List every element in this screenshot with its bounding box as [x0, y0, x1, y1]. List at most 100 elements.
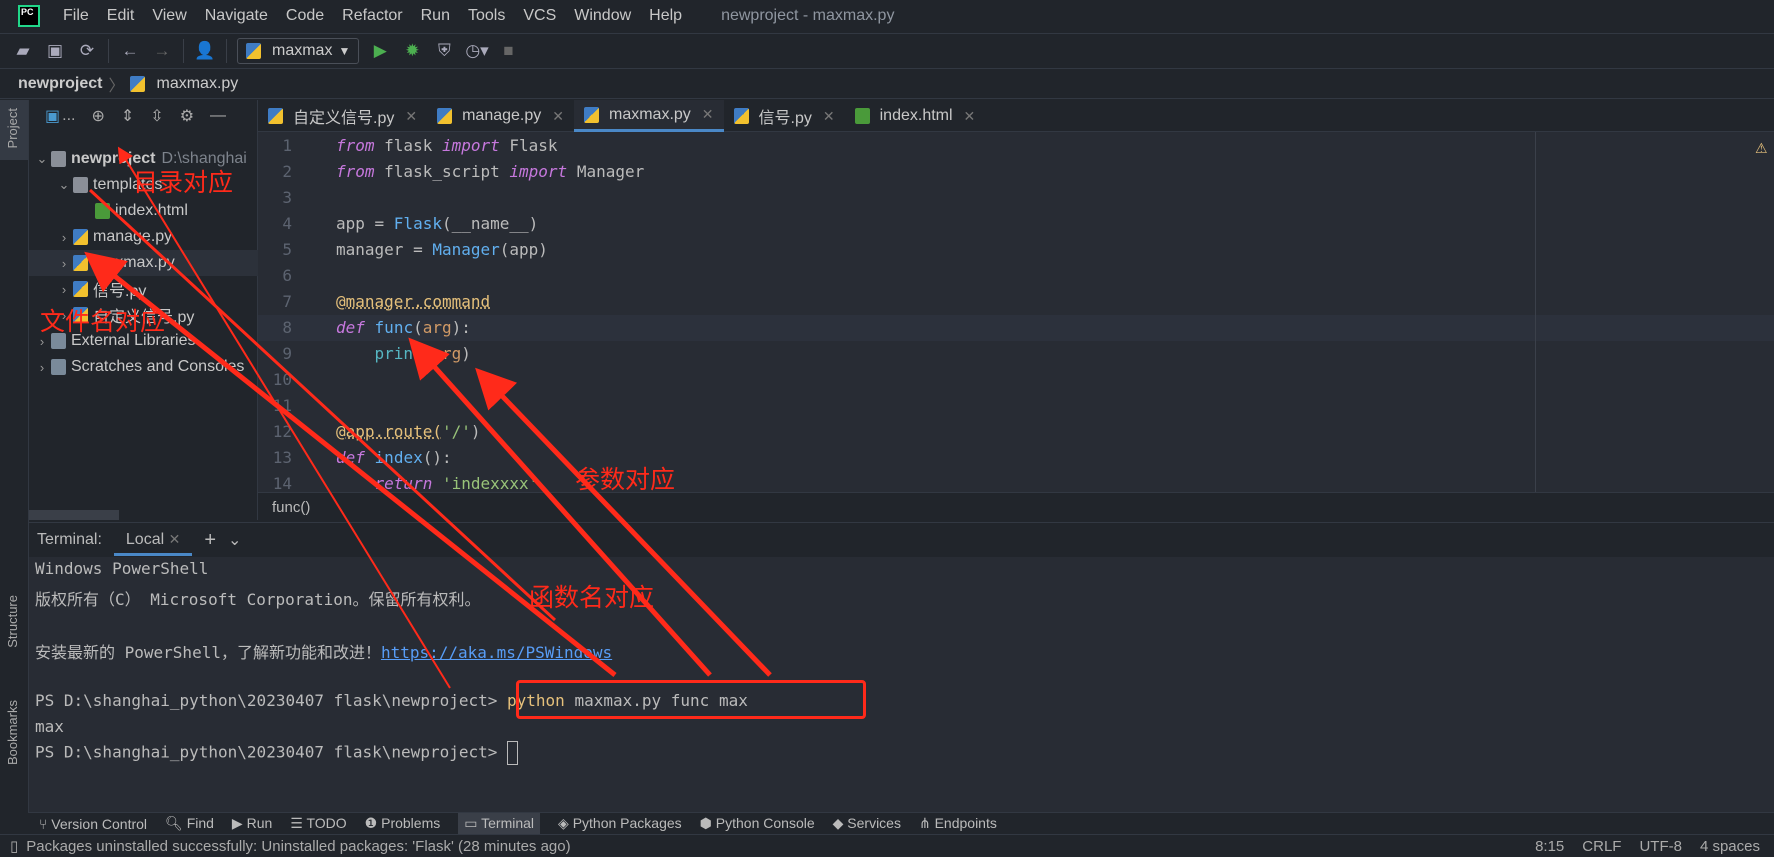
code-token: app = [336, 214, 394, 233]
breadcrumb-project[interactable]: newproject [18, 75, 102, 93]
code-token: from [336, 162, 375, 181]
file-encoding[interactable]: UTF-8 [1639, 838, 1682, 855]
status-message[interactable]: Packages uninstalled successfully: Unins… [26, 838, 570, 855]
tool-window-run[interactable]: ▶ Run [232, 815, 272, 832]
chevron-right-icon[interactable]: › [55, 282, 73, 297]
hide-icon[interactable]: — [210, 107, 226, 125]
tree-item[interactable]: › Scratches and Consoles [29, 354, 258, 380]
back-icon[interactable]: ← [119, 41, 141, 61]
menu-navigate[interactable]: Navigate [196, 7, 277, 25]
chevron-down-icon[interactable]: ⌄ [33, 151, 51, 167]
sync-icon[interactable]: ⟳ [76, 41, 98, 61]
project-tool-label[interactable]: Project [5, 108, 20, 148]
user-icon[interactable]: 👤 [194, 41, 216, 61]
caret-position[interactable]: 8:15 [1535, 838, 1564, 855]
coverage-icon[interactable]: ⛨ [433, 41, 455, 61]
code-token: ( [422, 344, 433, 363]
menu-view[interactable]: View [143, 7, 195, 25]
tool-window-todo[interactable]: ☰ TODO [290, 815, 346, 832]
open-folder-icon[interactable]: ▰ [12, 41, 34, 61]
menu-vcs[interactable]: VCS [514, 7, 565, 25]
chevron-down-icon[interactable]: ⌄ [55, 177, 73, 193]
tool-window-services[interactable]: ◆ Services [833, 815, 901, 832]
status-toggle-icon[interactable]: ▯ [10, 837, 18, 855]
code-token: '/' [441, 422, 471, 441]
indent-setting[interactable]: 4 spaces [1700, 838, 1760, 855]
terminal-cursor [507, 741, 519, 765]
menu-help[interactable]: Help [640, 7, 691, 25]
tree-item[interactable]: › manage.py [29, 224, 258, 250]
warning-icon[interactable]: ⚠ [1755, 140, 1768, 157]
locate-icon[interactable]: ⊕ [91, 106, 104, 126]
code-line: 14 return 'indexxxx' [258, 471, 1774, 492]
menu-code[interactable]: Code [277, 7, 333, 25]
tool-window-find[interactable]: 🔍︎ Find [165, 815, 214, 832]
horizontal-scrollbar[interactable] [29, 510, 119, 520]
tree-item[interactable]: › 信号.py [29, 276, 258, 302]
chevron-right-icon[interactable]: › [55, 230, 73, 245]
chevron-right-icon[interactable]: › [33, 360, 51, 375]
collapse-all-icon[interactable]: ⇳ [150, 106, 163, 126]
chevron-right-icon[interactable]: › [55, 256, 73, 271]
project-view-icon[interactable]: ▣ [45, 106, 60, 126]
tool-window-python-packages[interactable]: ◈ Python Packages [558, 815, 682, 832]
tree-item[interactable]: › maxmax.py [29, 250, 258, 276]
structure-tool-label[interactable]: Structure [5, 595, 20, 648]
terminal-tab-local[interactable]: Local ✕ [113, 525, 193, 556]
code-line: 4 app = Flask(__name__) [258, 211, 1774, 237]
run-icon[interactable]: ▶ [369, 41, 391, 61]
add-terminal-icon[interactable]: + [204, 529, 216, 552]
editor-tab[interactable]: maxmax.py ✕ [574, 100, 724, 132]
close-icon[interactable]: ✕ [702, 106, 714, 123]
menu-file[interactable]: File [54, 7, 98, 25]
tool-window-terminal[interactable]: ▭ Terminal [458, 813, 541, 834]
menu-tools[interactable]: Tools [459, 7, 514, 25]
editor-breadcrumb[interactable]: func() [258, 492, 1774, 522]
close-icon[interactable]: ✕ [823, 108, 835, 125]
editor-tab[interactable]: index.html ✕ [845, 100, 986, 132]
close-icon[interactable]: ✕ [552, 108, 564, 125]
menu-window[interactable]: Window [565, 7, 640, 25]
line-separator[interactable]: CRLF [1582, 838, 1621, 855]
terminal-input-line[interactable]: PS D:\shanghai_python\20230407 flask\new… [35, 741, 519, 765]
save-icon[interactable]: ▣ [44, 41, 66, 61]
run-config-select[interactable]: maxmax ▼ [237, 38, 360, 64]
terminal-link[interactable]: https://aka.ms/PSWindows [381, 643, 612, 662]
editor-tab[interactable]: 信号.py ✕ [724, 100, 845, 132]
code-line: 7 @manager.command [258, 289, 1774, 315]
code-text: return 'indexxxx' [336, 471, 539, 492]
code-text: def index(): [336, 445, 452, 471]
forward-icon[interactable]: → [151, 41, 173, 61]
gear-icon[interactable]: ⚙ [180, 106, 194, 126]
code-token: return [374, 474, 433, 492]
tree-item[interactable]: index.html [29, 198, 258, 224]
expand-all-icon[interactable]: ⇕ [121, 106, 134, 126]
debug-icon[interactable]: ✹ [401, 41, 423, 61]
pycharm-logo: PC [18, 5, 40, 27]
bookmarks-tool-label[interactable]: Bookmarks [5, 700, 20, 765]
stop-icon[interactable]: ■ [497, 41, 519, 61]
tool-window-endpoints[interactable]: ⋔ Endpoints [919, 815, 997, 832]
editor-tab[interactable]: manage.py ✕ [427, 100, 574, 132]
close-icon[interactable]: ✕ [964, 108, 976, 125]
tool-window-bar: ⑂ Version Control 🔍︎ Find ▶ Run ☰ TODO ❶ Pro… [29, 812, 1774, 834]
editor-tabs: 自定义信号.py ✕ manage.py ✕ maxmax.py ✕ 信号.py ✕ index… [258, 100, 1774, 132]
py-icon [73, 281, 88, 297]
close-icon[interactable]: ✕ [169, 531, 181, 547]
editor-tab[interactable]: 自定义信号.py ✕ [258, 100, 427, 132]
menu-edit[interactable]: Edit [98, 7, 144, 25]
tool-window-version-control[interactable]: ⑂ Version Control [39, 816, 147, 832]
close-icon[interactable]: ✕ [405, 108, 417, 125]
project-view-select[interactable]: ... [62, 107, 75, 125]
line-number: 13 [272, 448, 292, 467]
code-editor[interactable]: 1 from flask import Flask 2 from flask_scri… [258, 132, 1774, 492]
chevron-down-icon[interactable]: ⌄ [228, 530, 241, 550]
tool-window-python-console[interactable]: ⬢ Python Console [700, 815, 815, 832]
profile-icon[interactable]: ◷▾ [465, 41, 488, 61]
line-number: 3 [282, 188, 292, 207]
tool-window-problems[interactable]: ❶ Problems [365, 815, 441, 832]
menu-refactor[interactable]: Refactor [333, 7, 411, 25]
menu-run[interactable]: Run [412, 7, 459, 25]
breadcrumb-file[interactable]: maxmax.py [156, 75, 238, 93]
version-control-icon: ⑂ [39, 815, 52, 832]
